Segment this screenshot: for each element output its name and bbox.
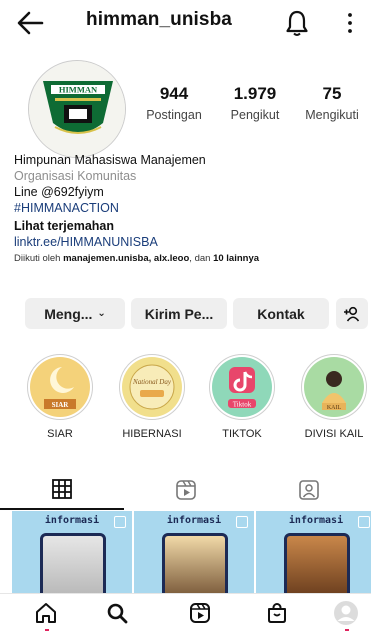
bottom-navigation [0,593,371,632]
svg-text:SIAR: SIAR [52,401,70,409]
post-photo [162,533,228,593]
message-button[interactable]: Kirim Pe... [131,298,227,329]
post-thumbnail[interactable]: informasi [134,511,254,593]
arrow-left-icon[interactable] [14,8,46,38]
nav-search[interactable] [102,598,132,628]
posts-count: 944 [159,84,189,103]
highlight-cover: National Day [122,357,182,417]
post-thumbnail[interactable]: informasi [256,511,371,593]
search-icon [107,603,128,624]
followed-prefix: Diikuti oleh [14,253,61,264]
message-button-label: Kirim Pe... [144,305,214,322]
following-button-label: Meng... [44,305,93,322]
highlight-siar[interactable]: SIAR SIAR [23,354,97,440]
posts-label: Postingan [146,108,202,122]
profile-username: himman_unisba [86,9,232,30]
highlight-cover: KAIL [304,357,364,417]
tiktok-icon: Tiktok [228,367,256,409]
stat-following[interactable]: 75 Mengikuti [296,84,368,122]
post-thumbnail[interactable]: informasi [12,511,132,593]
highlight-tiktok[interactable]: Tiktok TIKTOK [205,354,279,440]
nav-home[interactable] [31,598,61,628]
home-icon [36,603,56,623]
shop-icon [268,603,286,623]
suggested-people-button[interactable] [336,298,368,329]
add-person-icon [344,306,360,321]
moon-icon: SIAR [44,367,76,409]
posts-grid: informasi informasi informasi [12,511,371,593]
tab-reels[interactable] [124,470,248,510]
stat-followers[interactable]: 1.979 Pengikut [219,84,291,122]
post-title: informasi [288,515,344,526]
grid-icon [52,479,72,499]
top-bar: himman_unisba [0,0,371,48]
reels-icon [190,603,210,623]
multi-image-icon [358,516,370,528]
profile-name: Himpunan Mahasiswa Manajemen [14,153,206,167]
multi-image-icon [236,516,248,528]
highlight-cover: Tiktok [212,357,272,417]
highlight-label: HIBERNASI [122,428,182,440]
highlight-cover: SIAR [30,357,90,417]
see-translation-link[interactable]: Lihat terjemahan [14,218,364,234]
followers-count: 1.979 [233,84,277,103]
nav-shop[interactable] [262,598,292,628]
notification-dot [345,629,349,631]
reels-icon [176,480,196,500]
contact-button-label: Kontak [257,305,305,322]
nav-reels[interactable] [185,598,215,628]
contact-button[interactable]: Kontak [233,298,329,329]
kebab-menu-icon[interactable] [342,10,358,36]
highlight-hibernasi[interactable]: National Day HIBERNASI [115,354,189,440]
highlight-label: SIAR [47,428,73,440]
tagged-icon [299,480,319,500]
profile-category: Organisasi Komunitas [14,169,137,183]
highlight-ring: National Day [119,354,185,420]
notification-dot [45,629,49,631]
highlight-ring: SIAR [27,354,93,420]
bio-hashtag[interactable]: #HIMMANACTION [14,200,364,216]
calendar-icon: National Day [129,364,175,410]
person-icon: KAIL [322,371,346,411]
bio-external-link[interactable]: linktr.ee/HIMMANUNISBA [14,234,364,250]
svg-text:KAIL: KAIL [327,405,342,411]
highlight-ring: KAIL [301,354,367,420]
highlight-ring: Tiktok [209,354,275,420]
highlight-label: DIVISI KAIL [304,428,364,440]
followed-by-text[interactable]: Diikuti oleh manajemen.unisba, alx.leoo,… [14,251,364,267]
profile-avatar-icon [334,601,358,625]
bio-line: Line @692fyiym [14,185,104,199]
followed-users: manajemen.unisba, alx.leoo [63,253,190,264]
multi-image-icon [114,516,126,528]
svg-text:HIMMAN: HIMMAN [59,85,98,95]
bell-icon[interactable] [283,8,311,38]
followed-count: 10 lainnya [213,253,260,264]
followers-label: Pengikut [230,108,280,122]
himman-logo: HIMMAN [29,61,125,157]
tab-tagged[interactable] [247,470,371,510]
highlight-divisi-kail[interactable]: KAIL DIVISI KAIL [297,354,371,440]
stat-posts[interactable]: 944 Postingan [138,84,210,122]
followed-mid: , dan [189,253,211,264]
following-label: Mengikuti [305,108,359,122]
post-photo [284,533,350,593]
profile-bio: Himpunan Mahasiswa Manajemen Organisasi … [14,152,364,267]
chevron-down-icon: ⌄ [97,308,106,319]
profile-avatar[interactable]: HIMMAN [28,60,126,158]
profile-tabs [0,470,371,510]
following-button[interactable]: Meng... ⌄ [25,298,125,329]
nav-profile[interactable] [331,598,361,628]
svg-text:National Day: National Day [132,378,172,386]
post-photo [40,533,106,593]
following-count: 75 [322,84,342,103]
highlight-label: TIKTOK [222,428,262,440]
svg-text:Tiktok: Tiktok [233,401,252,409]
tab-posts-grid[interactable] [0,470,124,510]
